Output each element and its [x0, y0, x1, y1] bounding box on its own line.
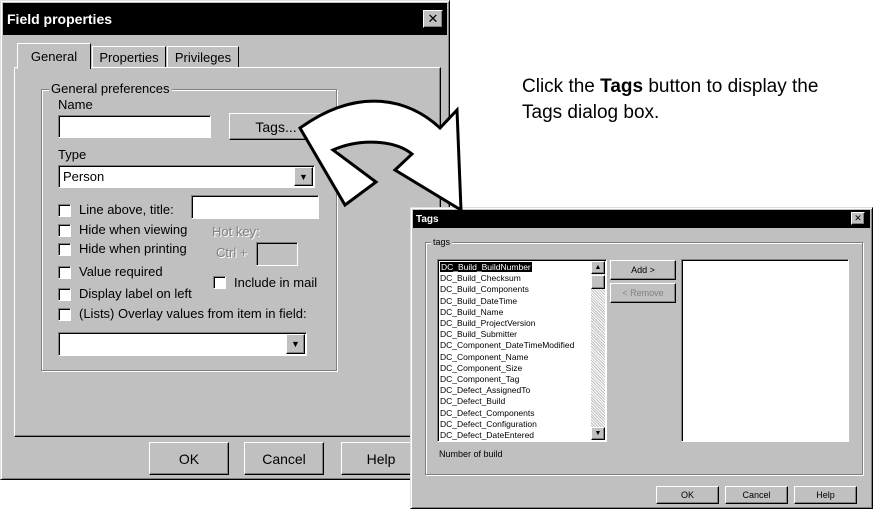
- overlay-dropdown-button[interactable]: ▼: [286, 334, 305, 354]
- type-label: Type: [58, 147, 87, 162]
- close-icon: ✕: [427, 11, 439, 26]
- remove-button[interactable]: < Remove: [610, 283, 676, 303]
- instruction-bold: Tags: [600, 76, 644, 97]
- value-required-label: Value required: [79, 264, 163, 279]
- hide-when-viewing-label: Hide when viewing: [79, 222, 188, 237]
- tags-list-item[interactable]: DC_Build_Submitter: [440, 329, 517, 339]
- dialog-title: Field properties: [7, 11, 113, 27]
- help-button[interactable]: Help: [341, 442, 421, 475]
- scroll-down-button[interactable]: ▼: [591, 427, 605, 440]
- tags-help-button[interactable]: Help: [794, 486, 857, 504]
- type-dropdown-button[interactable]: ▼: [294, 167, 313, 186]
- close-button[interactable]: ✕: [423, 10, 443, 28]
- tags-list-item[interactable]: DC_Build_ProjectVersion: [440, 318, 535, 328]
- tab-general-label: General: [30, 49, 78, 64]
- tab-general[interactable]: General: [17, 43, 91, 69]
- selected-tags-list[interactable]: [681, 259, 849, 442]
- tags-list-item[interactable]: DC_Build_Checksum: [440, 273, 521, 283]
- tags-list-item[interactable]: DC_Defect_AssignedTo: [440, 385, 530, 395]
- tags-ok-label: OK: [680, 490, 694, 500]
- tags-list-item[interactable]: DC_Defect_Build: [440, 396, 505, 406]
- tab-properties[interactable]: Properties: [92, 46, 166, 68]
- tags-list-item[interactable]: DC_Component_Name: [440, 352, 528, 362]
- instruction-text: Click the Tags button to display the Tag…: [522, 74, 852, 126]
- tags-list-item[interactable]: DC_Build_DateTime: [440, 296, 517, 306]
- include-in-mail-label: Include in mail: [234, 275, 318, 290]
- tag-description: Number of build: [439, 449, 503, 459]
- tags-dialog: Tags ✕ tags DC_Build_BuildNumber DC_Build…: [410, 207, 873, 509]
- value-required-checkbox[interactable]: [58, 266, 71, 279]
- tags-list-item[interactable]: DC_Component_DateTimeModified: [440, 340, 574, 350]
- type-select[interactable]: Person ▼: [58, 165, 315, 188]
- chevron-down-icon: ▼: [594, 430, 602, 437]
- hot-key-label: Hot key:: [212, 224, 260, 239]
- hide-when-printing-checkbox[interactable]: [58, 243, 71, 256]
- hide-when-viewing-checkbox[interactable]: [58, 224, 71, 237]
- overlay-field-select[interactable]: ▼: [58, 332, 307, 356]
- tags-dialog-title: Tags: [416, 213, 439, 225]
- tags-button[interactable]: Tags...: [229, 113, 323, 140]
- tab-privileges[interactable]: Privileges: [167, 46, 239, 68]
- tags-help-label: Help: [816, 490, 835, 500]
- field-properties-titlebar: Field properties: [3, 3, 447, 35]
- line-above-checkbox[interactable]: [58, 204, 71, 217]
- tags-list-item[interactable]: DC_Component_Size: [440, 363, 522, 373]
- tags-close-button[interactable]: ✕: [851, 212, 865, 225]
- include-in-mail-checkbox[interactable]: [213, 276, 226, 289]
- tags-cancel-button[interactable]: Cancel: [725, 486, 788, 504]
- ctrl-label: Ctrl +: [216, 245, 248, 260]
- ok-button[interactable]: OK: [149, 442, 229, 475]
- tags-list-item[interactable]: DC_Defect_Components: [440, 408, 535, 418]
- display-label-left-label: Display label on left: [79, 286, 192, 301]
- tags-button-label: Tags...: [255, 118, 297, 135]
- close-icon: ✕: [854, 213, 862, 223]
- add-button-label: Add >: [631, 265, 655, 275]
- scroll-thumb[interactable]: [591, 275, 605, 289]
- tags-group-legend: tags: [431, 237, 453, 247]
- tags-list-item[interactable]: DC_Defect_Configuration: [440, 419, 537, 429]
- ok-button-label: OK: [178, 450, 200, 467]
- lists-overlay-checkbox[interactable]: [58, 308, 71, 321]
- chevron-down-icon: ▼: [291, 339, 300, 349]
- tags-list-item[interactable]: DC_Build_Components: [440, 284, 529, 294]
- name-label: Name: [58, 97, 93, 112]
- tags-list-item[interactable]: DC_Defect_DateEntered: [440, 430, 534, 440]
- tags-ok-button[interactable]: OK: [656, 486, 719, 504]
- general-preferences-legend: General preferences: [49, 81, 172, 96]
- tags-list-item[interactable]: DC_Component_Tag: [440, 374, 519, 384]
- cancel-button[interactable]: Cancel: [244, 442, 324, 475]
- display-label-left-checkbox[interactable]: [58, 288, 71, 301]
- add-button[interactable]: Add >: [610, 260, 676, 280]
- tags-cancel-label: Cancel: [742, 490, 771, 500]
- line-above-label: Line above, title:: [79, 202, 174, 217]
- name-input[interactable]: [58, 115, 211, 138]
- type-select-value: Person: [63, 169, 105, 184]
- hot-key-input[interactable]: [256, 242, 298, 266]
- instruction-before: Click the: [522, 76, 601, 97]
- tab-privileges-label: Privileges: [174, 50, 232, 65]
- scroll-up-button[interactable]: ▲: [591, 261, 605, 274]
- line-above-title-input[interactable]: [191, 195, 319, 219]
- chevron-up-icon: ▲: [594, 264, 602, 271]
- tab-properties-label: Properties: [99, 50, 159, 65]
- lists-overlay-label: (Lists) Overlay values from item in fiel…: [79, 306, 307, 321]
- tags-list-scrollbar[interactable]: ▲ ▼: [591, 261, 605, 440]
- tags-list-item[interactable]: DC_Build_Name: [440, 307, 503, 317]
- hide-when-printing-label: Hide when printing: [79, 241, 187, 256]
- tags-list[interactable]: DC_Build_BuildNumber DC_Build_Checksum DC_…: [437, 259, 607, 442]
- tags-list-item[interactable]: DC_Build_BuildNumber: [439, 261, 533, 273]
- field-properties-dialog: Field properties ✕ General Properties Pr…: [0, 0, 450, 480]
- remove-button-label: < Remove: [622, 288, 664, 298]
- help-button-label: Help: [366, 450, 396, 467]
- chevron-down-icon: ▼: [299, 171, 308, 182]
- cancel-button-label: Cancel: [262, 450, 306, 467]
- tags-titlebar: Tags: [413, 210, 870, 228]
